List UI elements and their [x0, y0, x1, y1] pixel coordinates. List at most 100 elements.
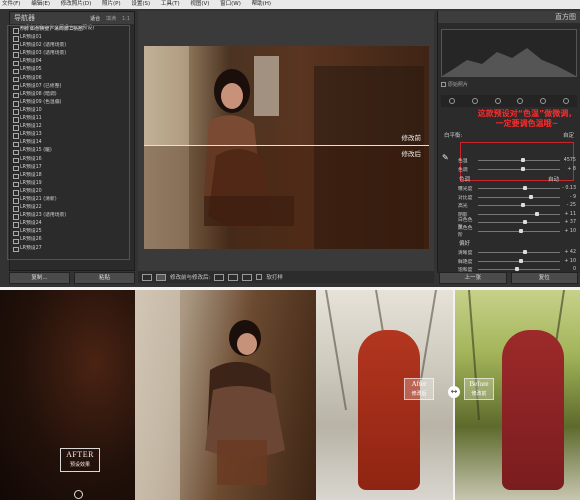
slider-thumb[interactable] [523, 186, 528, 190]
preset-item[interactable]: LR预设05 [8, 66, 129, 75]
original-photo-toggle[interactable]: 原始照片 [441, 81, 468, 88]
slider-thumb[interactable] [520, 158, 525, 162]
radial-filter-icon[interactable] [539, 98, 546, 104]
preset-item[interactable]: LR预设21 (清新) [8, 196, 129, 204]
reset-button[interactable]: 复位 [510, 272, 578, 284]
copy-button[interactable]: 复制... [9, 272, 70, 284]
tone-section-header[interactable]: 色调 自动 [441, 175, 577, 183]
preset-item[interactable]: LR预设01 [8, 34, 129, 42]
center-view: 修改前 修改后 修改前与修改后: 软打样 [138, 11, 434, 283]
preset-item[interactable]: LR预设15 (暖) [8, 147, 129, 156]
zoom-fill-tab[interactable]: 填满 [106, 16, 116, 22]
preset-item[interactable]: LR预设22 [8, 204, 129, 212]
copy-settings-button[interactable] [228, 273, 239, 281]
red-dress-before [502, 330, 564, 490]
preset-item[interactable]: LR预设19 [8, 180, 129, 188]
graduated-filter-icon[interactable] [517, 98, 524, 104]
navigator-title: 导航器 [14, 14, 35, 22]
preset-item[interactable]: LR预设02 (适用场景) [8, 42, 129, 50]
crop-tool-icon[interactable] [449, 98, 456, 104]
slider-thumb[interactable] [528, 194, 533, 199]
preset-item[interactable]: LR预设09 (色温偏) [8, 99, 129, 107]
toggle-button[interactable] [242, 273, 253, 281]
checkbox-icon[interactable] [441, 82, 446, 87]
spot-removal-icon[interactable] [471, 98, 478, 104]
eyedropper-icon[interactable]: ✎ [442, 153, 452, 163]
preset-list: (附) 如想快捷，请阅第二张图 LR预设01 LR预设02 (适用场景) LR预设03… [7, 25, 130, 260]
adjustment-slider[interactable]: 曝光度 - 0.13 [458, 185, 576, 192]
preset-item[interactable]: LR预设16 [8, 156, 129, 164]
preset-item[interactable]: LR预设03 (适用场景) [8, 50, 129, 59]
menu-item[interactable]: 帮助(H) [252, 0, 271, 9]
lit-photo-area [135, 290, 316, 500]
loupe-view-button[interactable] [142, 273, 152, 281]
wb-value[interactable]: 自定 [563, 131, 574, 141]
menu-item[interactable]: 照片(P) [102, 0, 121, 9]
preset-item[interactable]: LR预设12 [8, 123, 129, 131]
preset-item[interactable]: LR预设08 (暗调) [8, 91, 129, 99]
menu-item[interactable]: 视图(V) [190, 0, 209, 9]
main-photo[interactable]: 修改前 修改后 [144, 46, 429, 249]
preset-item[interactable]: LR预设07 (已修整) [8, 83, 129, 91]
preset-item[interactable]: LR预设20 [8, 188, 129, 196]
menu-item[interactable]: 设置(S) [131, 0, 150, 9]
adjustment-slider[interactable]: 高光 - 25 [458, 202, 576, 209]
previous-button[interactable]: 上一张 [439, 272, 507, 284]
temp-slider[interactable]: 色温 4575 [458, 157, 576, 164]
menu-item[interactable]: 编辑(E) [31, 0, 50, 9]
preset-item[interactable]: LR预设27 [8, 245, 129, 253]
after-photo-left: AFTER 预设效果 [0, 290, 316, 500]
preset-item[interactable]: LR预设26 [8, 236, 129, 245]
preset-item[interactable]: LR预设10 [8, 107, 129, 115]
adjustment-slider[interactable]: 清晰度 + 42 [458, 249, 576, 256]
brush-icon[interactable] [562, 98, 569, 104]
preset-item[interactable]: LR预设04 [8, 58, 129, 67]
slider-thumb[interactable] [519, 228, 523, 233]
menu-item[interactable]: 修改照片(D) [61, 0, 92, 9]
preset-item[interactable]: LR预设06 [8, 75, 129, 83]
preset-item[interactable]: LR预设24 [8, 220, 129, 229]
slider-thumb[interactable] [523, 220, 528, 224]
menu-item[interactable]: 窗口(W) [220, 0, 241, 9]
swap-button[interactable] [214, 273, 225, 281]
zoom-1to1-tab[interactable]: 1:1 [122, 16, 130, 22]
navigator-header[interactable]: 导航器 适合 填满 1:1 [10, 12, 134, 24]
adjustment-slider[interactable]: 鲜艳度 + 10 [458, 258, 576, 265]
preset-item[interactable]: LR预设17 [8, 164, 129, 172]
before-after-outdoor: After 修改后 ↔ Before 修改前 [316, 290, 580, 500]
preset-item[interactable]: (附) 如想快捷，请阅第二张图 [8, 26, 129, 34]
tool-strip [441, 95, 577, 107]
histogram-header[interactable]: 直方图 [438, 11, 580, 23]
menu-item[interactable]: 工具(T) [161, 0, 180, 9]
slider-thumb[interactable] [521, 167, 526, 171]
histogram-graph [442, 48, 576, 76]
adjustment-slider[interactable]: 黑色色阶 + 10 [458, 226, 576, 238]
slider-thumb[interactable] [535, 211, 540, 216]
preset-item[interactable]: LR预设18 [8, 172, 129, 180]
adjustment-slider[interactable]: 对比度 - 9 [458, 194, 576, 201]
right-panel: 直方图 原始照片 这款预设对“色温”做微调，一定要调色温哦~ 白平衡: 自定 ✎ [437, 11, 580, 273]
red-eye-icon[interactable] [494, 98, 501, 104]
slider-thumb[interactable] [514, 267, 519, 271]
presence-section-header[interactable]: 偏好 [441, 239, 577, 247]
slider-thumb[interactable] [521, 203, 526, 207]
preset-item[interactable]: LR预设23 (适用场景) [8, 212, 129, 220]
zoom-fit-tab[interactable]: 适合 [90, 16, 100, 22]
before-after-view-button[interactable] [156, 273, 166, 281]
menu-item[interactable]: 文件(F) [2, 0, 20, 9]
preset-item[interactable]: LR预设25 [8, 228, 129, 237]
white-balance-row[interactable]: 白平衡: 自定 [441, 131, 577, 141]
right-panel-buttons: 上一张 复位 [437, 272, 580, 284]
softproof-label: 软打样 [266, 275, 283, 281]
after-tag: After 修改后 [404, 378, 434, 400]
preset-item[interactable]: LR预设11 [8, 115, 129, 123]
preset-item[interactable]: LR预设14 [8, 139, 129, 148]
softproof-checkbox[interactable] [256, 274, 263, 280]
preset-item[interactable]: LR预设13 [8, 131, 129, 140]
circle-icon [74, 490, 83, 499]
slider-thumb[interactable] [519, 258, 523, 263]
before-after-label: 修改前与修改后: [170, 275, 211, 281]
paste-button[interactable]: 粘贴 [74, 272, 135, 284]
tint-slider[interactable]: 色调 + 8 [458, 166, 576, 173]
slider-thumb[interactable] [523, 250, 528, 254]
